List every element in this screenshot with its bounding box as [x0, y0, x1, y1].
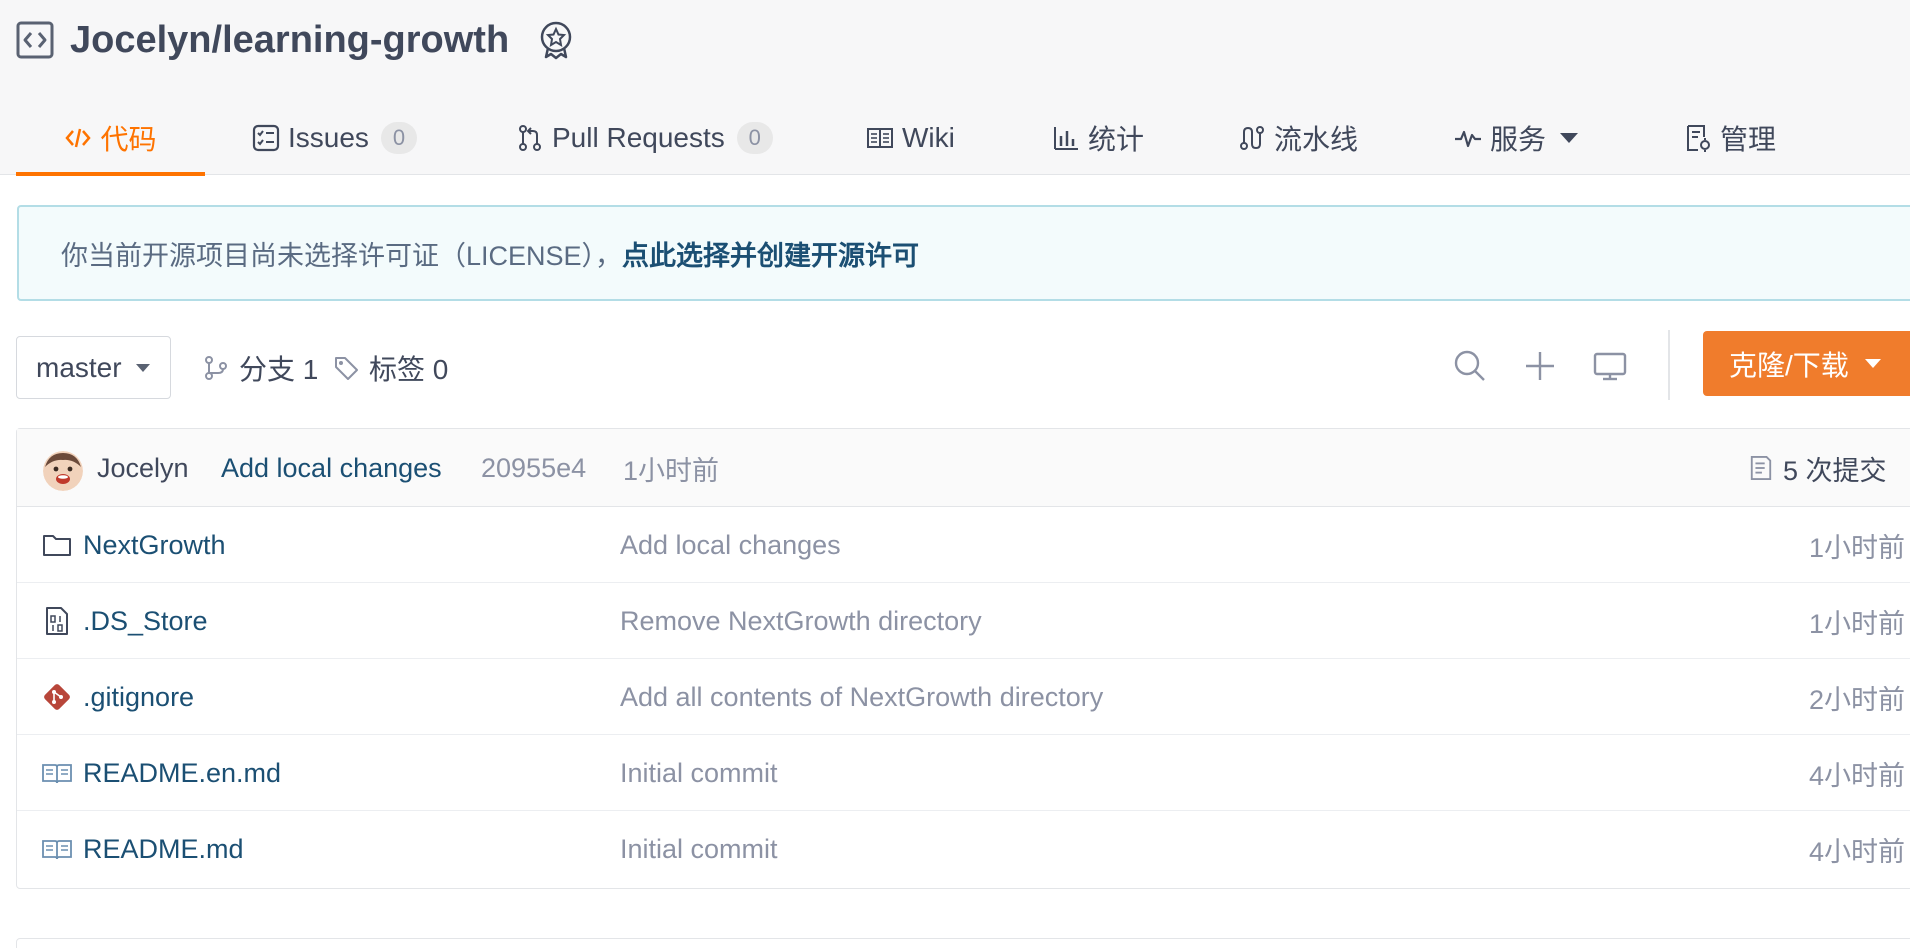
toolbar-divider: [1668, 330, 1670, 400]
tags-count: 标签 0: [369, 353, 449, 385]
code-icon: [65, 128, 92, 147]
code-repo-icon: [16, 21, 54, 59]
tab-code[interactable]: 代码: [16, 100, 205, 176]
file-name-link[interactable]: .DS_Store: [83, 583, 208, 659]
repo-title-bar: Jocelyn/learning-growth: [16, 18, 575, 62]
branches-count: 分支 1: [239, 353, 319, 385]
pull-request-icon: [519, 124, 541, 151]
branch-select-value: master: [36, 351, 122, 383]
file-commit-time: 1小时前: [1808, 608, 1905, 639]
chevron-down-icon: [1560, 132, 1579, 143]
file-commit-time: 2小时前: [1808, 684, 1905, 715]
latest-commit-bar: Jocelyn Add local changes 20955e4 1小时前 5…: [17, 429, 1910, 507]
tab-manage[interactable]: 管理: [1684, 100, 1776, 175]
commit-author[interactable]: Jocelyn: [97, 429, 189, 507]
file-commit-message[interactable]: Initial commit: [620, 811, 778, 887]
tab-label: Wiki: [902, 121, 955, 153]
table-row[interactable]: .DS_Store Remove NextGrowth directory 1小…: [17, 583, 1910, 659]
monitor-icon[interactable]: [1592, 348, 1628, 384]
file-commit-message[interactable]: Remove NextGrowth directory: [620, 583, 982, 659]
table-row[interactable]: README.en.md Initial commit 4小时前: [17, 735, 1910, 811]
commit-message[interactable]: Add local changes: [221, 429, 442, 507]
bar-chart-icon: [1054, 126, 1078, 150]
folder-icon: [41, 529, 73, 561]
recommend-badge-icon[interactable]: [537, 20, 575, 60]
tab-label: Pull Requests: [552, 121, 725, 153]
file-name-link[interactable]: README.md: [83, 811, 244, 887]
repo-name[interactable]: Jocelyn/learning-growth: [70, 19, 509, 62]
tab-statistics[interactable]: 统计: [1052, 100, 1144, 175]
file-commit-time: 4小时前: [1808, 836, 1905, 867]
branch-icon: [205, 355, 227, 380]
file-list: Jocelyn Add local changes 20955e4 1小时前 5…: [16, 428, 1910, 889]
pulse-icon: [1455, 130, 1481, 147]
tab-pipeline[interactable]: 流水线: [1238, 100, 1358, 175]
tab-label: 服务: [1490, 123, 1547, 155]
readme-book-icon: [41, 757, 73, 789]
tab-issues[interactable]: Issues 0: [252, 100, 417, 175]
branches-link[interactable]: 分支 1: [203, 336, 318, 399]
binary-file-icon: [41, 605, 73, 637]
tab-label: Issues: [288, 121, 369, 153]
clone-download-label: 克隆/下载: [1729, 349, 1849, 381]
commit-time: 1小时前: [623, 455, 720, 486]
table-row[interactable]: README.md Initial commit 4小时前: [17, 811, 1910, 887]
tab-pull-requests[interactable]: Pull Requests 0: [516, 100, 773, 175]
readme-panel: [16, 938, 1910, 948]
tab-label: 管理: [1720, 123, 1777, 155]
file-commit-message[interactable]: Add local changes: [620, 507, 841, 583]
chevron-down-icon: [135, 363, 150, 372]
commits-list-icon: [1750, 456, 1772, 480]
file-name-link[interactable]: README.en.md: [83, 735, 281, 811]
tags-link[interactable]: 标签 0: [333, 336, 448, 399]
branch-select[interactable]: master: [16, 336, 171, 399]
file-commit-time: 1小时前: [1808, 532, 1905, 563]
chevron-down-icon: [1864, 359, 1881, 368]
git-icon: [41, 681, 73, 713]
settings-doc-icon: [1687, 124, 1710, 152]
readme-book-icon: [41, 833, 73, 865]
file-commit-time: 4小时前: [1808, 760, 1905, 791]
pull-requests-count-badge: 0: [736, 121, 773, 154]
wiki-book-icon: [867, 127, 893, 148]
tab-label: 统计: [1088, 123, 1145, 155]
repo-tabs: 代码 Issues 0 Pull Requests 0 Wiki 统计 流水线 …: [16, 100, 1910, 176]
tab-services[interactable]: 服务: [1454, 100, 1579, 175]
search-icon[interactable]: [1452, 348, 1488, 384]
clone-download-button[interactable]: 克隆/下载: [1703, 331, 1910, 396]
file-commit-message[interactable]: Initial commit: [620, 735, 778, 811]
avatar[interactable]: [43, 451, 83, 491]
commit-hash[interactable]: 20955e4: [481, 429, 586, 507]
tab-label: 代码: [100, 123, 157, 155]
license-banner: 你当前开源项目尚未选择许可证（LICENSE）， 点此选择并创建开源许可: [17, 205, 1910, 301]
table-row[interactable]: NextGrowth Add local changes 1小时前: [17, 507, 1910, 583]
tab-wiki[interactable]: Wiki: [866, 100, 955, 175]
pipeline-icon: [1240, 125, 1264, 150]
create-license-link[interactable]: 点此选择并创建开源许可: [622, 234, 919, 273]
commit-count: 5 次提交: [1783, 455, 1887, 486]
issues-count-badge: 0: [380, 121, 417, 154]
file-commit-message[interactable]: Add all contents of NextGrowth directory: [620, 659, 1103, 735]
issues-icon: [252, 124, 280, 151]
tag-icon: [335, 356, 358, 380]
tab-label: 流水线: [1274, 123, 1359, 155]
file-name-link[interactable]: NextGrowth: [83, 507, 226, 583]
file-name-link[interactable]: .gitignore: [83, 659, 194, 735]
plus-icon[interactable]: [1522, 348, 1558, 384]
license-banner-text: 你当前开源项目尚未选择许可证（LICENSE），: [61, 240, 623, 271]
commit-count-link[interactable]: 5 次提交: [1749, 429, 1887, 507]
table-row[interactable]: .gitignore Add all contents of NextGrowt…: [17, 659, 1910, 735]
